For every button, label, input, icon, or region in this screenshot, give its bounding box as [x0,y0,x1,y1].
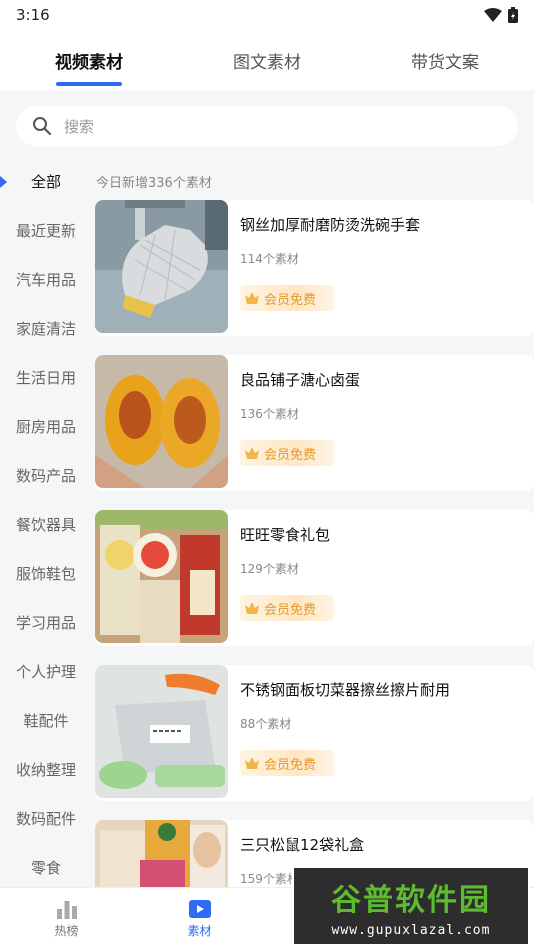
product-thumbnail [95,665,228,798]
list-item[interactable]: 旺旺零食礼包 129个素材 会员免费 [95,510,534,646]
crown-icon [245,757,259,769]
sidebar-item-study[interactable]: 学习用品 [0,598,92,647]
sidebar-item-digital[interactable]: 数码产品 [0,451,92,500]
nav-hot-list[interactable]: 热榜 [0,888,133,950]
nav-materials[interactable]: 素材 [133,888,266,950]
search-input[interactable]: 搜索 [16,106,518,146]
watermark-url: www.gupuxlazal.com [331,922,491,938]
tab-label: 带货文案 [411,52,479,73]
sidebar-item-label: 零食 [30,859,61,877]
tab-sales-copy[interactable]: 带货文案 [356,30,534,90]
watermark-logo: 谷普软件园 www.gupuxlazal.com [292,866,530,946]
sidebar-item-label: 服饰鞋包 [15,565,76,583]
sidebar-item-shoe-accessories[interactable]: 鞋配件 [0,696,92,745]
wifi-icon [484,8,502,22]
sidebar-item-storage[interactable]: 收纳整理 [0,745,92,794]
crown-icon [245,602,259,614]
sidebar-item-label: 鞋配件 [23,712,69,730]
sidebar-item-label: 餐饮器具 [15,516,76,534]
sidebar-item-label: 生活日用 [15,369,76,387]
status-bar: 3:16 [0,0,534,30]
sidebar-item-label: 收纳整理 [15,761,76,779]
sidebar-item-label: 数码配件 [15,810,76,828]
sidebar-item-label: 汽车用品 [15,271,76,289]
nav-label: 热榜 [54,924,79,938]
tab-video-materials[interactable]: 视频素材 [0,30,178,90]
sidebar-item-label: 数码产品 [15,467,76,485]
new-items-summary: 今日新增336个素材 [96,176,212,191]
item-title: 不锈钢面板切菜器擦丝擦片耐用 [240,681,451,699]
crown-icon [245,447,259,459]
sidebar-item-tableware[interactable]: 餐饮器具 [0,500,92,549]
material-list: 钢丝加厚耐磨防烫洗碗手套 114个素材 会员免费 良品铺子溏心卤蛋 136个素材 [95,200,534,887]
sidebar-item-personal-care[interactable]: 个人护理 [0,647,92,696]
product-thumbnail [95,355,228,488]
sidebar-item-snacks[interactable]: 零食 [0,843,92,887]
product-thumbnail [95,510,228,643]
crown-icon [245,292,259,304]
tab-label: 视频素材 [55,52,123,73]
vip-badge-label: 会员免费 [264,602,317,618]
sidebar-item-label: 厨房用品 [15,418,76,436]
battery-icon [508,7,518,23]
item-title: 良品铺子溏心卤蛋 [240,371,361,389]
product-thumbnail [95,820,228,887]
sidebar-item-daily[interactable]: 生活日用 [0,353,92,402]
item-count: 114个素材 [240,252,299,266]
vip-badge-label: 会员免费 [264,447,317,463]
sidebar-item-cleaning[interactable]: 家庭清洁 [0,304,92,353]
sidebar-item-digital-accessories[interactable]: 数码配件 [0,794,92,843]
item-count: 129个素材 [240,562,299,576]
top-tabs: 视频素材 图文素材 带货文案 [0,30,534,90]
sidebar-item-label: 家庭清洁 [15,320,76,338]
sidebar-item-kitchen[interactable]: 厨房用品 [0,402,92,451]
sidebar-item-label: 全部 [30,173,61,191]
sidebar-item-all[interactable]: 全部 [0,157,92,206]
item-title: 钢丝加厚耐磨防烫洗碗手套 [240,216,421,234]
item-title: 旺旺零食礼包 [240,526,331,544]
vip-badge-label: 会员免费 [264,292,317,308]
vip-free-badge: 会员免费 [240,595,335,621]
list-item[interactable]: 不锈钢面板切菜器擦丝擦片耐用 88个素材 会员免费 [95,665,534,801]
active-marker-icon [0,175,7,188]
list-item[interactable]: 钢丝加厚耐磨防烫洗碗手套 114个素材 会员免费 [95,200,534,336]
vip-free-badge: 会员免费 [240,750,335,776]
product-thumbnail [95,200,228,333]
list-item[interactable]: 良品铺子溏心卤蛋 136个素材 会员免费 [95,355,534,491]
video-icon [188,900,211,918]
sidebar-item-car[interactable]: 汽车用品 [0,255,92,304]
search-placeholder: 搜索 [64,117,95,136]
sidebar-item-recent[interactable]: 最近更新 [0,206,92,255]
status-time: 3:16 [16,6,50,24]
category-sidebar: 全部 最近更新 汽车用品 家庭清洁 生活日用 厨房用品 数码产品 餐饮器具 服饰… [0,157,92,887]
sidebar-item-label: 最近更新 [15,222,76,240]
bar-chart-icon [56,901,77,919]
vip-free-badge: 会员免费 [240,285,335,311]
nav-label: 素材 [187,924,212,938]
item-count: 136个素材 [240,407,299,421]
search-icon [33,117,52,136]
tab-label: 图文素材 [233,52,301,73]
sidebar-item-label: 学习用品 [15,614,76,632]
item-count: 88个素材 [240,717,292,731]
vip-free-badge: 会员免费 [240,440,335,466]
sidebar-item-apparel[interactable]: 服饰鞋包 [0,549,92,598]
item-title: 三只松鼠12袋礼盒 [240,836,365,854]
vip-badge-label: 会员免费 [264,757,317,773]
tab-image-text-materials[interactable]: 图文素材 [178,30,356,90]
sidebar-item-label: 个人护理 [15,663,76,681]
watermark-title: 谷普软件园 [331,882,491,918]
